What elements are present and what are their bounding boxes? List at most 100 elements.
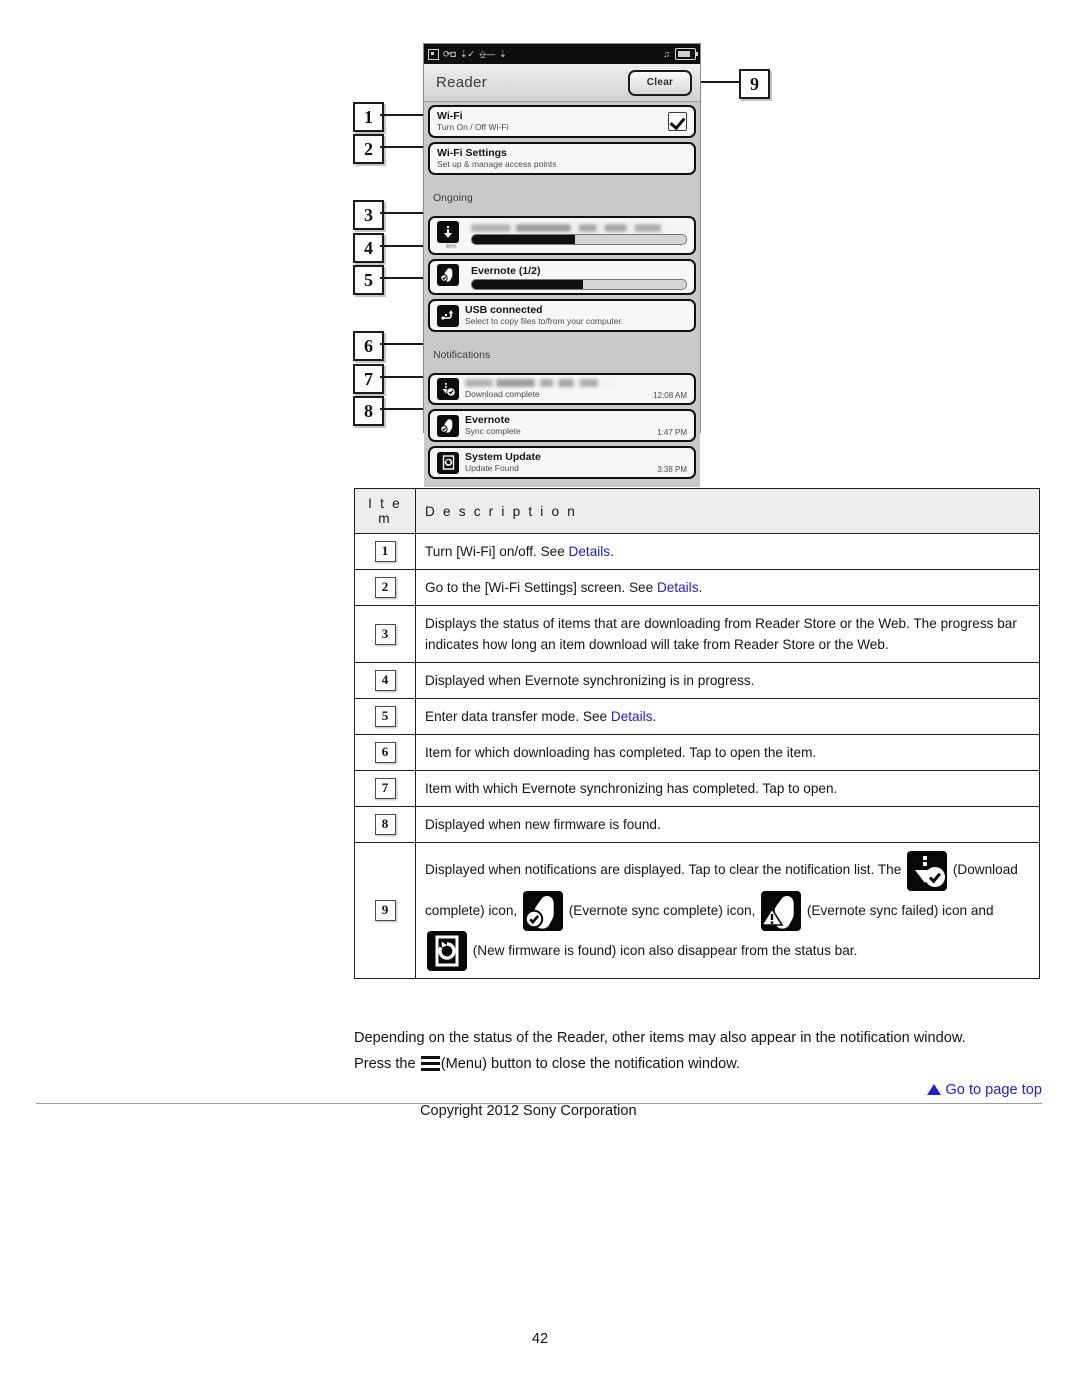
desc-text: (Evernote sync failed) icon and	[803, 902, 994, 918]
ongoing-section-header: Ongoing	[424, 183, 700, 213]
evernote-icon	[437, 264, 459, 286]
wifi-title: Wi-Fi	[437, 110, 463, 122]
system-update-subtitle: Update Found	[465, 463, 519, 473]
callout-4: 4	[353, 233, 384, 263]
download-complete-icon	[907, 850, 948, 891]
note-line-2-post: (Menu) button to close the notification …	[440, 1056, 741, 1072]
table-row: 5 Enter data transfer mode. See Details.	[354, 698, 1040, 736]
usb-icon	[437, 304, 459, 327]
callout-6: 6	[353, 331, 384, 361]
row-description-4: Displayed when Evernote synchronizing is…	[415, 662, 1040, 700]
wifi-settings-subtitle: Set up & manage access points	[437, 159, 557, 169]
desc-text: (New firmware is found) icon also disapp…	[469, 942, 858, 958]
reader-device-screen: ⟳◘ ⇣✓ ⎒— ⇣ ♫ Reader Clear Wi-Fi Turn On …	[424, 44, 700, 487]
callout-9: 9	[739, 69, 770, 99]
callout-leader-1	[380, 114, 426, 116]
ongoing-evernote-row[interactable]: Evernote (1/2)	[428, 259, 696, 295]
usb-subtitle: Select to copy files to/from your comput…	[465, 316, 624, 326]
row-badge-2: 2	[374, 577, 396, 598]
desc-text-tail: .	[610, 544, 614, 559]
row-description-9: Displayed when notifications are display…	[415, 842, 1040, 980]
details-link[interactable]: Details	[657, 580, 699, 595]
download-icon	[437, 221, 459, 243]
table-row: 8 Displayed when new firmware is found.	[354, 806, 1040, 844]
row-description-5: Enter data transfer mode. See Details.	[415, 698, 1040, 736]
download-progress-bar	[471, 234, 687, 245]
download-icon: ⇣✓	[459, 48, 476, 59]
evernote-notification-title: Evernote	[465, 414, 510, 426]
system-update-title: System Update	[465, 451, 541, 463]
notifications-section-header: Notifications	[424, 340, 700, 370]
sync-icon: ⟳◘	[443, 48, 456, 59]
callout-7: 7	[353, 364, 384, 394]
clear-button[interactable]: Clear	[628, 69, 692, 96]
row-description-6: Item for which downloading has completed…	[415, 734, 1040, 772]
download-percent-label: 46%	[445, 244, 457, 250]
notification-download-complete-row[interactable]: Download complete 12:08 AM	[428, 373, 696, 405]
wifi-checkbox[interactable]	[668, 112, 687, 131]
device-status-bar: ⟳◘ ⇣✓ ⎒— ⇣ ♫	[424, 44, 700, 64]
details-link[interactable]: Details	[569, 544, 611, 559]
notifications-panel: Download complete 12:08 AM Evernote Sync…	[424, 370, 700, 487]
notification-system-update-row[interactable]: System Update Update Found 3:38 PM	[428, 446, 696, 479]
system-update-time: 3:38 PM	[657, 465, 687, 474]
ongoing-panel: 46% Evernote (1/2) USB connected Select …	[424, 213, 700, 340]
table-row: 7 Item with which Evernote synchronizing…	[354, 770, 1040, 808]
notes-block: Depending on the status of the Reader, o…	[354, 1025, 1044, 1077]
callout-5: 5	[353, 265, 384, 295]
table-header-description: D e s c r i p t i o n	[415, 488, 1040, 534]
desc-text-tail: .	[652, 709, 657, 725]
notification-window-title: Reader	[436, 74, 487, 91]
note-line-2-pre: Press the	[354, 1056, 420, 1072]
wifi-toggle-row[interactable]: Wi-Fi Turn On / Off Wi-Fi	[428, 105, 696, 138]
download-complete-subtitle: Download complete	[465, 389, 540, 399]
go-to-page-top-link[interactable]: Go to page top	[927, 1082, 1042, 1098]
evernote-sync-complete-icon	[522, 890, 563, 931]
reader-icon	[428, 48, 439, 60]
download-filename-blurred	[471, 224, 687, 232]
desc-text: Turn [Wi-Fi] on/off. See	[425, 544, 569, 559]
note-line-1: Depending on the status of the Reader, o…	[354, 1030, 966, 1046]
desc-text: Go to the [Wi-Fi Settings] screen. See	[425, 580, 657, 595]
row-description-1: Turn [Wi-Fi] on/off. See Details.	[415, 533, 1040, 570]
table-row: 1 Turn [Wi-Fi] on/off. See Details.	[354, 533, 1040, 570]
evernote-sync-failed-icon	[761, 890, 802, 931]
music-note-icon: ♫	[663, 48, 670, 59]
battery-icon	[675, 48, 698, 60]
row-description-7: Item with which Evernote synchronizing h…	[415, 770, 1040, 808]
row-badge-6: 6	[374, 742, 396, 764]
desc-text-tail: .	[698, 580, 703, 595]
callout-leader-4	[380, 245, 426, 247]
notification-filename-blurred	[465, 379, 617, 387]
notification-evernote-row[interactable]: Evernote Sync complete 1:47 PM	[428, 409, 696, 442]
evernote-progress-bar	[471, 279, 687, 290]
wifi-subtitle: Turn On / Off Wi-Fi	[437, 122, 509, 132]
callout-8: 8	[353, 396, 384, 426]
row-badge-8: 8	[374, 814, 396, 836]
download-complete-icon	[437, 378, 459, 400]
triangle-up-icon	[927, 1084, 942, 1095]
evernote-icon	[437, 414, 459, 437]
wifi-settings-row[interactable]: Wi-Fi Settings Set up & manage access po…	[428, 142, 696, 175]
callout-leader-3	[380, 212, 426, 214]
row-badge-1: 1	[374, 541, 396, 562]
details-link[interactable]: Details	[611, 709, 653, 724]
ongoing-download-row[interactable]: 46%	[428, 216, 696, 255]
table-row: 4 Displayed when Evernote synchronizing …	[354, 662, 1040, 700]
copyright-text: Copyright 2012 Sony Corporation	[420, 1103, 637, 1119]
usb-connected-row[interactable]: USB connected Select to copy files to/fr…	[428, 299, 696, 332]
table-row: 6 Item for which downloading has complet…	[354, 734, 1040, 772]
callout-leader-7	[380, 376, 426, 378]
callout-3: 3	[353, 200, 384, 230]
evernote-progress-title: Evernote (1/2)	[471, 265, 541, 277]
note-line-2: Press the (Menu) button to close the not…	[354, 1051, 1044, 1077]
row-badge-5: 5	[374, 706, 396, 728]
row-badge-9: 9	[374, 900, 396, 922]
evernote-notification-subtitle: Sync complete	[465, 426, 521, 436]
table-body: 1 Turn [Wi-Fi] on/off. See Details. 2 Go…	[354, 533, 1040, 980]
system-update-icon	[437, 451, 459, 474]
desc-text: Displayed when notifications are display…	[425, 862, 906, 878]
download-icon-2: ⇣	[499, 48, 507, 59]
status-bar-left-icons: ⟳◘ ⇣✓ ⎒— ⇣	[428, 48, 663, 60]
row-badge-4: 4	[374, 670, 396, 692]
